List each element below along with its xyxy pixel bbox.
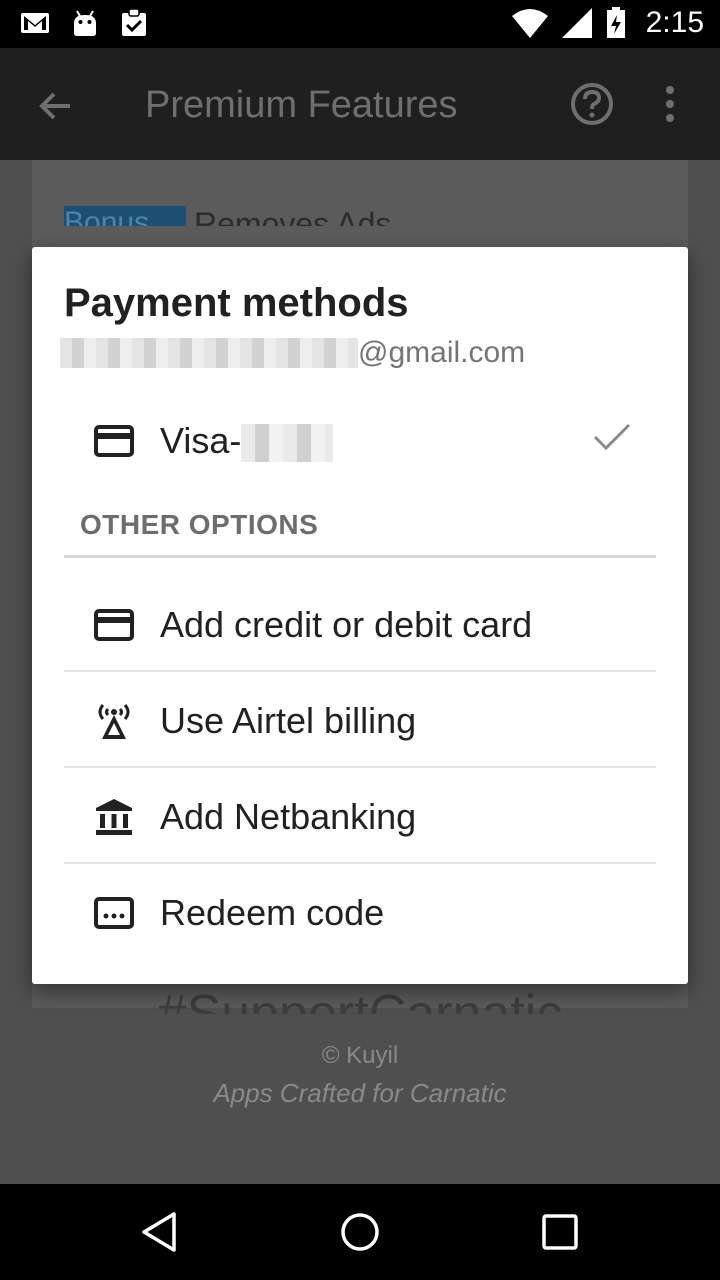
option-label: Redeem code — [160, 892, 385, 933]
option-redeem-code[interactable]: Redeem code — [64, 889, 656, 937]
account-email: @gmail.com — [60, 335, 525, 371]
payment-methods-dialog: Payment methods @gmail.com Visa- OTHER O… — [32, 247, 688, 984]
tagline-text: Apps Crafted for Carnatic — [213, 1078, 507, 1108]
back-arrow-icon[interactable] — [36, 86, 76, 131]
bank-icon — [90, 793, 138, 841]
section-divider — [64, 555, 656, 558]
cell-signal-icon — [561, 8, 592, 38]
android-icon — [72, 9, 98, 37]
credit-card-icon — [90, 417, 138, 465]
cell-tower-icon — [90, 697, 138, 745]
option-add-card[interactable]: Add credit or debit card — [64, 601, 656, 649]
gmail-icon — [20, 11, 50, 35]
bonus-badge: Bonus — [64, 206, 186, 226]
check-icon — [592, 421, 632, 458]
battery-icon — [606, 7, 626, 39]
redacted-card-number — [241, 424, 334, 463]
other-options-header: OTHER OPTIONS — [80, 509, 319, 540]
status-bar: 2:15 — [0, 0, 720, 48]
option-label: Add credit or debit card — [160, 604, 533, 645]
app-bar-title: Premium Features — [145, 84, 458, 126]
clipboard-check-icon — [120, 8, 148, 38]
email-domain: @gmail.com — [358, 336, 526, 369]
wifi-icon — [511, 8, 548, 38]
help-icon[interactable] — [570, 82, 614, 131]
divider — [64, 670, 656, 672]
more-vert-icon[interactable] — [664, 84, 676, 129]
option-label: Use Airtel billing — [160, 700, 417, 741]
copyright-text: © Kuyil — [321, 1042, 399, 1069]
nav-home-icon[interactable] — [336, 1208, 384, 1261]
option-label: Add Netbanking — [160, 796, 417, 837]
nav-back-icon[interactable] — [138, 1210, 182, 1259]
redacted-email-user — [60, 338, 358, 368]
payment-method-visa[interactable]: Visa- — [64, 415, 656, 467]
option-airtel-billing[interactable]: Use Airtel billing — [64, 697, 656, 745]
option-netbanking[interactable]: Add Netbanking — [64, 793, 656, 841]
credit-card-icon — [90, 601, 138, 649]
nav-recent-icon[interactable] — [538, 1210, 582, 1259]
redeem-code-icon — [90, 889, 138, 937]
bonus-text: Removes Ads — [194, 206, 392, 226]
dialog-title: Payment methods — [64, 281, 409, 325]
status-time: 2:15 — [645, 6, 704, 39]
visa-label: Visa- — [160, 420, 334, 463]
support-hashtag: #SupportCarnatic — [157, 985, 563, 1014]
app-bar: Premium Features — [0, 48, 720, 160]
navigation-bar — [0, 1184, 720, 1280]
divider — [64, 766, 656, 768]
divider — [64, 862, 656, 864]
